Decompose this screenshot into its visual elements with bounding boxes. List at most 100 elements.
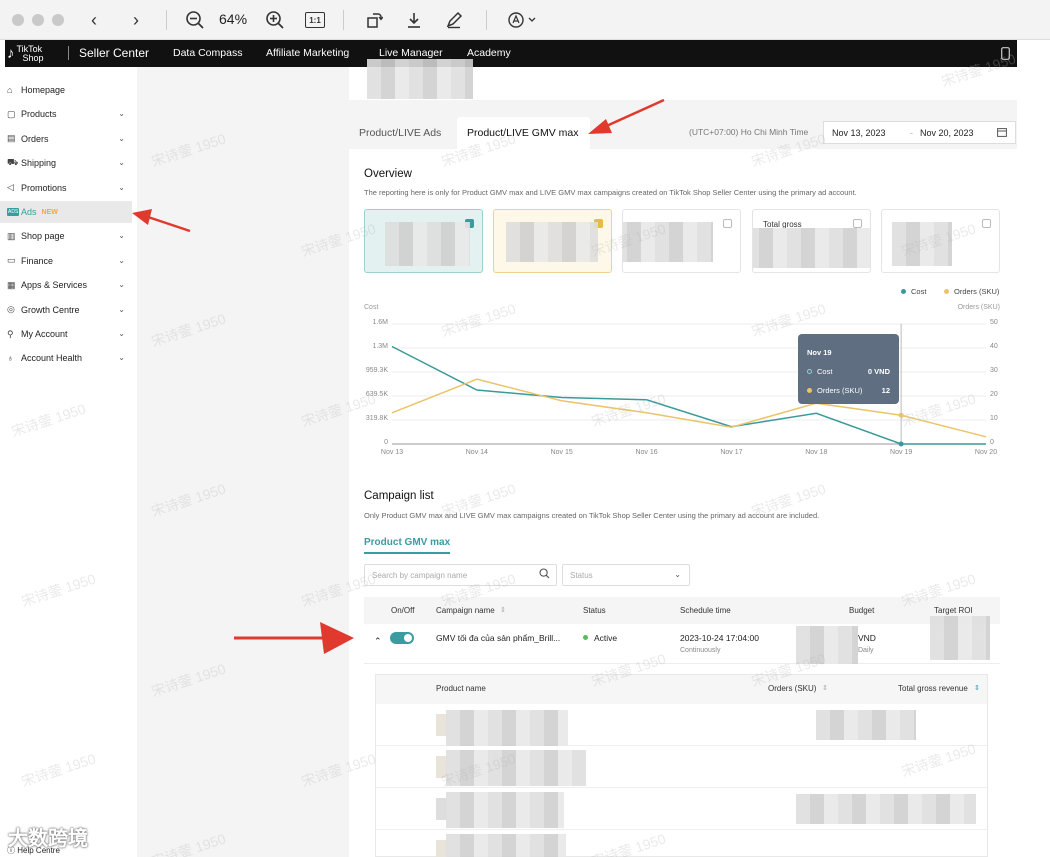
chevron-down-icon: ⌄ bbox=[118, 304, 125, 314]
zoom-in-icon[interactable] bbox=[263, 8, 287, 32]
tooltip-orders-value: 12 bbox=[881, 386, 890, 395]
budget-value: VND bbox=[858, 633, 876, 643]
sidebar-item-label: Products bbox=[21, 109, 57, 120]
nav-academy[interactable]: Academy bbox=[467, 47, 511, 59]
sidebar-item-label: Finance bbox=[21, 255, 54, 266]
blurred-content bbox=[816, 710, 916, 740]
y-tick-left: 319.8K bbox=[365, 415, 388, 422]
forward-chevron-icon[interactable]: › bbox=[128, 8, 144, 32]
box-icon: ▢ bbox=[7, 108, 16, 119]
collapse-chevron-icon[interactable]: ⌃ bbox=[374, 636, 382, 647]
truck-icon: ⛟ bbox=[7, 157, 19, 168]
campaign-list-title: Campaign list bbox=[364, 490, 434, 502]
date-start: Nov 13, 2023 bbox=[832, 128, 886, 138]
sidebar-item-ads[interactable]: ADS Ads NEW bbox=[0, 201, 132, 223]
date-range-picker[interactable]: Nov 13, 2023 - Nov 20, 2023 bbox=[823, 121, 1016, 144]
zoom-out-icon[interactable] bbox=[183, 8, 207, 32]
campaign-list-subtitle: Only Product GMV max and LIVE GMV max ca… bbox=[364, 511, 820, 520]
tiktok-shop-logo[interactable]: ♪ TikTok Shop bbox=[7, 40, 44, 67]
markup-pen-icon[interactable] bbox=[444, 8, 464, 32]
sort-icon[interactable]: ⇕ bbox=[974, 684, 980, 692]
y-tick-right: 10 bbox=[990, 415, 998, 422]
sidebar-item-finance[interactable]: ▭ Finance ⌄ bbox=[0, 250, 132, 272]
seller-center-header: ♪ TikTok Shop Seller Center Data Compass … bbox=[5, 40, 1017, 67]
col-target-roi: Target ROI bbox=[934, 606, 973, 615]
sidebar-item-orders[interactable]: ▤ Orders ⌄ bbox=[0, 128, 132, 150]
search-input[interactable]: Search by campaign name bbox=[364, 564, 557, 586]
x-tick: Nov 14 bbox=[465, 449, 488, 456]
sidebar-item-shop-page[interactable]: ▥ Shop page ⌄ bbox=[0, 225, 132, 247]
y-tick-right: 0 bbox=[990, 439, 994, 446]
tooltip-orders-label: Orders (SKU) bbox=[817, 386, 863, 395]
annotation-arrow bbox=[234, 622, 354, 654]
sidebar-item-shipping[interactable]: ⛟ Shipping ⌄ bbox=[0, 152, 132, 174]
y-tick-left: 1.3M bbox=[372, 343, 388, 350]
col-orders-sku[interactable]: Orders (SKU) bbox=[768, 684, 816, 693]
window-close-button[interactable] bbox=[12, 14, 24, 26]
blurred-content bbox=[446, 834, 566, 857]
sidebar-item-apps-services[interactable]: ▦ Apps & Services ⌄ bbox=[0, 274, 132, 296]
actual-size-button[interactable]: 1:1 bbox=[305, 12, 325, 28]
shop-icon: ▥ bbox=[7, 230, 16, 241]
sidebar-item-label: Shipping bbox=[21, 158, 57, 169]
sort-icon[interactable]: ⇕ bbox=[500, 606, 506, 614]
metric-card-total-gross[interactable]: Total gross bbox=[752, 209, 871, 273]
sidebar-item-homepage[interactable]: ⌂ Homepage bbox=[0, 79, 132, 101]
campaign-toggle[interactable] bbox=[390, 632, 414, 644]
sidebar-item-account-health[interactable]: ♁ Account Health ⌄ bbox=[0, 347, 132, 369]
campaign-row[interactable]: ⌃ GMV tối đa của sản phẩm_Brill... Activ… bbox=[364, 616, 1000, 664]
tab-product-live-ads[interactable]: Product/LIVE Ads bbox=[359, 117, 441, 149]
y-tick-right: 30 bbox=[990, 367, 998, 374]
blurred-content bbox=[753, 228, 870, 268]
accessibility-menu-icon[interactable] bbox=[506, 8, 538, 32]
sidebar-item-label: My Account bbox=[21, 329, 68, 339]
window-minimize-button[interactable] bbox=[32, 14, 44, 26]
x-tick: Nov 15 bbox=[550, 449, 573, 456]
document-icon: ▤ bbox=[7, 133, 16, 144]
campaign-name[interactable]: GMV tối đa của sản phẩm_Brill... bbox=[436, 633, 560, 643]
product-row[interactable] bbox=[376, 788, 987, 830]
back-chevron-icon[interactable]: ‹ bbox=[86, 8, 102, 32]
chevron-down-icon: ⌄ bbox=[118, 182, 125, 192]
seller-center-title[interactable]: Seller Center bbox=[79, 46, 149, 60]
download-icon[interactable] bbox=[404, 8, 424, 32]
col-total-gross-revenue[interactable]: Total gross revenue bbox=[898, 684, 968, 693]
y-tick-left: 0 bbox=[384, 439, 388, 446]
sidebar-item-my-account[interactable]: ⚲ My Account ⌄ bbox=[0, 323, 132, 345]
sidebar-item-products[interactable]: ▢ Products ⌄ bbox=[0, 103, 132, 125]
window-zoom-button[interactable] bbox=[52, 14, 64, 26]
new-badge: NEW bbox=[41, 208, 58, 216]
col-on-off: On/Off bbox=[391, 606, 415, 615]
sidebar-item-label: Ads bbox=[21, 207, 37, 217]
overview-subtitle: The reporting here is only for Product G… bbox=[364, 188, 857, 197]
chart-tooltip: Nov 19 Cost 0 VND Orders (SKU) 12 bbox=[798, 334, 899, 404]
sidebar-item-growth-centre[interactable]: ◎ Growth Centre ⌄ bbox=[0, 299, 132, 321]
status-select[interactable]: Status ⌄ bbox=[562, 564, 690, 586]
date-separator: - bbox=[910, 128, 913, 138]
col-budget: Budget bbox=[849, 606, 875, 615]
col-schedule-time: Schedule time bbox=[680, 606, 731, 615]
data-point-cost[interactable] bbox=[898, 441, 904, 447]
wallet-icon: ▭ bbox=[7, 255, 16, 266]
nav-data-compass[interactable]: Data Compass bbox=[173, 47, 242, 59]
rotate-icon[interactable] bbox=[364, 8, 384, 32]
nav-affiliate-marketing[interactable]: Affiliate Marketing bbox=[266, 47, 349, 59]
sidebar-item-promotions[interactable]: ◁ Promotions ⌄ bbox=[0, 177, 132, 199]
sidebar-item-label: Promotions bbox=[21, 182, 67, 193]
campaign-status: Active bbox=[583, 633, 617, 643]
tab-product-gmv-max[interactable]: Product GMV max bbox=[364, 537, 451, 554]
blurred-content bbox=[446, 792, 564, 828]
metric-card-cost[interactable] bbox=[364, 209, 483, 273]
blurred-content bbox=[796, 794, 976, 824]
nav-live-manager[interactable]: Live Manager bbox=[379, 47, 443, 59]
schedule-time: 2023-10-24 17:04:00 bbox=[680, 633, 759, 643]
product-row[interactable] bbox=[376, 830, 987, 857]
status-text: Active bbox=[594, 633, 618, 643]
corner-watermark: 大数跨境 bbox=[8, 822, 88, 851]
chevron-down-icon: ⌄ bbox=[674, 570, 681, 579]
product-row[interactable] bbox=[376, 704, 987, 746]
search-icon[interactable] bbox=[539, 568, 550, 582]
sort-icon[interactable]: ⇕ bbox=[822, 684, 828, 692]
person-icon: ⚲ bbox=[7, 328, 14, 339]
x-tick: Nov 19 bbox=[890, 449, 913, 456]
